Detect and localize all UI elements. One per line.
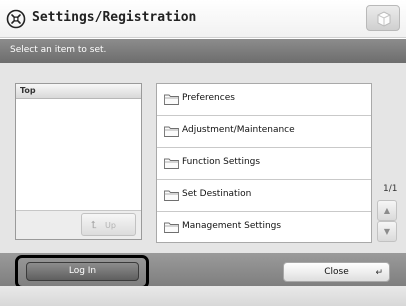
triangle-down-icon: ▼ [383, 227, 391, 236]
list-item-preferences[interactable]: Preferences [157, 84, 371, 116]
folder-icon [164, 126, 179, 137]
close-button[interactable]: Close ↵ [283, 262, 390, 282]
enter-icon: ↵ [375, 268, 383, 278]
folder-icon [164, 158, 179, 169]
log-in-button[interactable]: Log In [26, 262, 139, 281]
settings-registration-icon [6, 9, 26, 29]
up-button-label: Up [105, 221, 116, 230]
instruction-text: Select an item to set. [10, 45, 107, 55]
content-area: Top ⮤ Up Preferences Adjustment/Maintena… [0, 63, 406, 253]
list-item-label: Set Destination [182, 189, 252, 199]
shelf-icon [377, 11, 391, 27]
folder-icon [164, 94, 179, 105]
list-item-adjustment-maintenance[interactable]: Adjustment/Maintenance [157, 116, 371, 148]
list-item-label: Preferences [182, 93, 235, 103]
instruction-bar: Select an item to set. [0, 39, 406, 63]
tree-header: Top [16, 84, 141, 99]
close-button-label: Close [324, 267, 349, 277]
list-item-label: Management Settings [182, 221, 282, 231]
list-item-set-destination[interactable]: Set Destination [157, 180, 371, 212]
triangle-up-icon: ▲ [383, 206, 391, 215]
tree-panel: Top ⮤ Up [15, 83, 142, 240]
top-right-button[interactable] [366, 5, 400, 31]
list-item-function-settings[interactable]: Function Settings [157, 148, 371, 180]
page-indicator: 1/1 [383, 184, 398, 194]
up-button[interactable]: ⮤ Up [81, 213, 136, 236]
bottom-strip [0, 286, 406, 306]
scroll-up-button[interactable]: ▲ [377, 200, 397, 221]
folder-icon [164, 190, 179, 201]
page-title: Settings/Registration [32, 10, 197, 25]
list-item-label: Function Settings [182, 157, 261, 167]
settings-list: Preferences Adjustment/Maintenance Funct… [156, 83, 372, 243]
list-item-label: Adjustment/Maintenance [182, 125, 295, 135]
scroll-down-button[interactable]: ▼ [377, 221, 397, 242]
folder-icon [164, 222, 179, 233]
tree-footer: ⮤ Up [16, 210, 141, 239]
list-item-management-settings[interactable]: Management Settings [157, 212, 371, 244]
up-arrow-icon: ⮤ [91, 220, 97, 231]
title-bar: Settings/Registration [0, 0, 406, 38]
